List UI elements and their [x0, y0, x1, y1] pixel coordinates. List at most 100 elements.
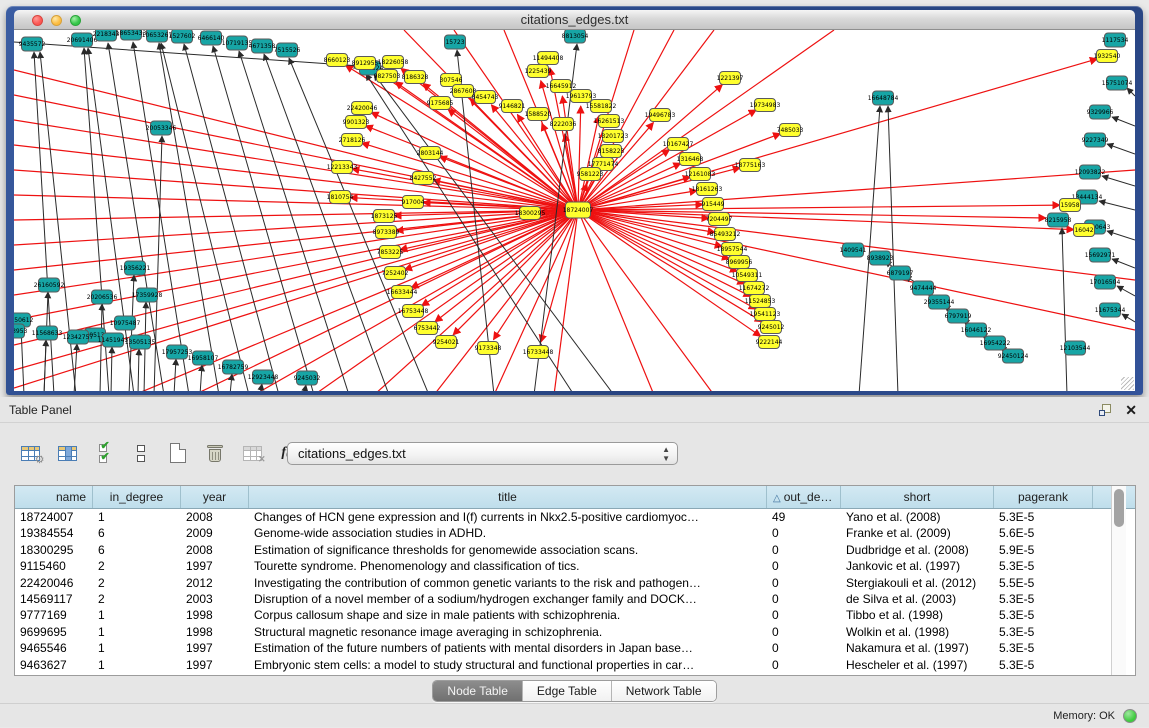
- delete-table-button[interactable]: [201, 439, 229, 467]
- cell-name[interactable]: 9777169: [15, 607, 93, 623]
- tab-edge-table[interactable]: Edge Table: [523, 681, 612, 701]
- cell-short[interactable]: de Silva et al. (2003): [841, 591, 994, 607]
- float-panel-icon[interactable]: [1099, 404, 1113, 417]
- network-node-teal[interactable]: 16954222: [980, 336, 1011, 350]
- table-row[interactable]: 1830029562008Estimation of significance …: [15, 542, 1135, 558]
- column-header-out_degree[interactable]: △out_de…: [767, 486, 841, 508]
- cell-short[interactable]: Jankovic et al. (1997): [841, 558, 994, 574]
- tab-node-table[interactable]: Node Table: [433, 681, 523, 701]
- cell-pagerank[interactable]: 5.3E-5: [994, 607, 1093, 623]
- cell-title[interactable]: Embryonic stem cells: a model to study s…: [249, 657, 767, 673]
- cell-name[interactable]: 9465546: [15, 640, 93, 656]
- network-node-yellow[interactable]: 8427552: [410, 172, 437, 185]
- network-node-teal[interactable]: 16648784: [868, 91, 899, 105]
- network-node-teal[interactable]: 8938923: [867, 251, 894, 265]
- network-node-yellow[interactable]: 8912955: [352, 57, 379, 70]
- row-height-button[interactable]: [127, 439, 155, 467]
- cell-short[interactable]: Nakamura et al. (1997): [841, 640, 994, 656]
- network-node-teal[interactable]: 16046122: [961, 323, 992, 337]
- cell-short[interactable]: Dudbridge et al. (2008): [841, 542, 994, 558]
- cell-year[interactable]: 1998: [181, 624, 249, 640]
- network-node-teal[interactable]: 20053346: [146, 121, 177, 135]
- cell-out_degree[interactable]: 0: [767, 525, 841, 541]
- cell-short[interactable]: Wolkin et al. (1998): [841, 624, 994, 640]
- network-node-yellow[interactable]: 15958: [1060, 199, 1081, 212]
- resize-grip-icon[interactable]: [1121, 377, 1134, 390]
- network-node-yellow[interactable]: 11494408: [533, 52, 564, 65]
- network-node-teal[interactable]: 12093822: [1075, 165, 1106, 179]
- network-node-teal[interactable]: 6879197: [887, 266, 914, 280]
- show-columns-button[interactable]: [53, 439, 81, 467]
- cell-out_degree[interactable]: 49: [767, 509, 841, 525]
- cell-out_degree[interactable]: 0: [767, 558, 841, 574]
- network-node-teal[interactable]: 9227349: [1082, 133, 1109, 147]
- cell-out_degree[interactable]: 0: [767, 575, 841, 591]
- network-node-teal[interactable]: 1117534: [1102, 33, 1129, 47]
- column-header-year[interactable]: year: [181, 486, 249, 508]
- cell-in_degree[interactable]: 1: [93, 640, 181, 656]
- network-node-yellow[interactable]: 18775163: [735, 159, 766, 172]
- cell-title[interactable]: Changes of HCN gene expression and I(f) …: [249, 509, 767, 525]
- table-row[interactable]: 911546021997Tourette syndrome. Phenomeno…: [15, 558, 1135, 574]
- network-node-teal[interactable]: 6797919: [945, 309, 972, 323]
- network-node-teal[interactable]: 15723: [445, 35, 466, 49]
- network-node-yellow[interactable]: 19496783: [645, 109, 676, 122]
- network-node-yellow[interactable]: 2803144: [417, 147, 444, 160]
- table-row[interactable]: 1938455462009Genome-wide association stu…: [15, 525, 1135, 541]
- cell-in_degree[interactable]: 6: [93, 525, 181, 541]
- cell-name[interactable]: 22420046: [15, 575, 93, 591]
- network-node-teal[interactable]: 16958107: [188, 351, 219, 365]
- network-node-yellow[interactable]: 9254021: [433, 336, 460, 349]
- network-node-teal[interactable]: 15751074: [1102, 76, 1133, 90]
- cell-short[interactable]: Hescheler et al. (1997): [841, 657, 994, 673]
- table-scrollbar[interactable]: [1111, 486, 1126, 675]
- column-header-in_degree[interactable]: in_degree: [93, 486, 181, 508]
- network-node-yellow[interactable]: 915449: [702, 198, 725, 211]
- network-node-yellow[interactable]: 8186328: [402, 71, 429, 84]
- table-row[interactable]: 977716911998Corpus callosum shape and si…: [15, 607, 1135, 623]
- table-row[interactable]: 946362711997Embryonic stem cells: a mode…: [15, 657, 1135, 673]
- network-hub-node[interactable]: 18724007: [563, 202, 594, 218]
- cell-pagerank[interactable]: 5.3E-5: [994, 509, 1093, 525]
- network-node-yellow[interactable]: 9581223: [577, 168, 604, 181]
- cell-pagerank[interactable]: 5.5E-5: [994, 575, 1093, 591]
- network-node-yellow[interactable]: 19541123: [750, 308, 781, 321]
- network-node-teal[interactable]: 1409541: [840, 243, 867, 257]
- network-window-titlebar[interactable]: citations_edges.txt: [14, 10, 1135, 30]
- network-node-yellow[interactable]: 9173348: [475, 342, 502, 355]
- cell-in_degree[interactable]: 1: [93, 509, 181, 525]
- table-row[interactable]: 1456911722003Disruption of a novel membe…: [15, 591, 1135, 607]
- cell-in_degree[interactable]: 1: [93, 607, 181, 623]
- network-node-teal[interactable]: 13505135: [125, 335, 156, 349]
- table-options-button[interactable]: ⚙: [16, 439, 44, 467]
- select-columns-button[interactable]: ✔ ✔: [90, 439, 118, 467]
- cell-title[interactable]: Disruption of a novel member of a sodium…: [249, 591, 767, 607]
- cell-name[interactable]: 18724007: [15, 509, 93, 525]
- column-header-short[interactable]: short: [841, 486, 994, 508]
- cell-name[interactable]: 14569117: [15, 591, 93, 607]
- cell-out_degree[interactable]: 0: [767, 657, 841, 673]
- cell-year[interactable]: 1997: [181, 657, 249, 673]
- cell-in_degree[interactable]: 6: [93, 542, 181, 558]
- zoom-window-button[interactable]: [70, 15, 81, 26]
- cell-in_degree[interactable]: 2: [93, 575, 181, 591]
- cell-in_degree[interactable]: 1: [93, 624, 181, 640]
- cell-pagerank[interactable]: 5.3E-5: [994, 624, 1093, 640]
- create-table-button[interactable]: [164, 439, 192, 467]
- network-node-yellow[interactable]: 9827503: [374, 70, 401, 83]
- close-window-button[interactable]: [32, 15, 43, 26]
- scrollbar-thumb[interactable]: [1114, 489, 1124, 527]
- network-node-teal[interactable]: 12342757: [63, 330, 94, 344]
- network-node-yellow[interactable]: 9901323: [343, 116, 370, 129]
- cell-short[interactable]: Stergiakouli et al. (2012): [841, 575, 994, 591]
- cell-pagerank[interactable]: 5.3E-5: [994, 657, 1093, 673]
- cell-name[interactable]: 18300295: [15, 542, 93, 558]
- cell-title[interactable]: Structural magnetic resonance image aver…: [249, 624, 767, 640]
- network-node-teal[interactable]: 6466140: [198, 31, 225, 45]
- table-row[interactable]: 946554611997Estimation of the future num…: [15, 640, 1135, 656]
- cell-short[interactable]: Tibbo et al. (1998): [841, 607, 994, 623]
- cell-name[interactable]: 9699695: [15, 624, 93, 640]
- network-node-teal[interactable]: 92450124: [998, 349, 1029, 363]
- cell-year[interactable]: 2008: [181, 542, 249, 558]
- cell-short[interactable]: Franke et al. (2009): [841, 525, 994, 541]
